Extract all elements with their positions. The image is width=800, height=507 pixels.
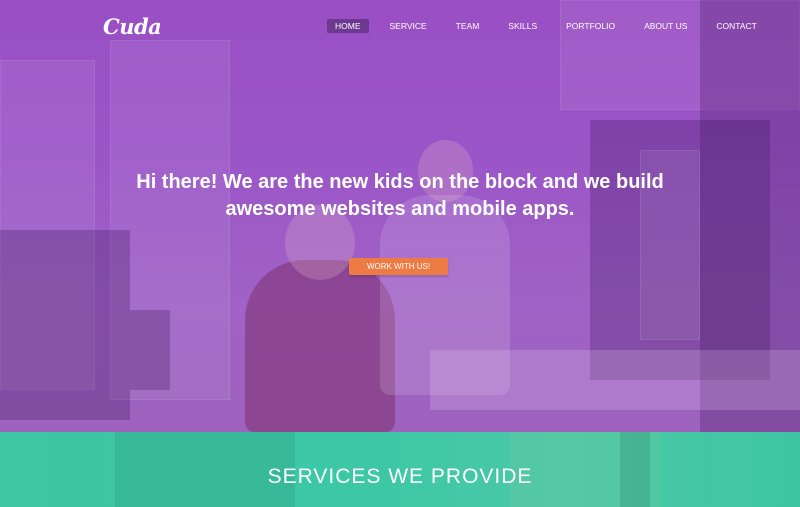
nav-item-contact[interactable]: CONTACT [708, 19, 764, 33]
nav-item-team[interactable]: TEAM [448, 19, 488, 33]
hero-headline-line1: Hi there! We are the new kids on the blo… [136, 171, 664, 193]
services-section: SERVICES WE PROVIDE [0, 432, 800, 507]
hero-section: Cuda HOME SERVICE TEAM SKILLS PORTFOLIO … [0, 0, 800, 432]
hero-headline: Hi there! We are the new kids on the blo… [0, 169, 800, 223]
hero-headline-line2: awesome websites and mobile apps. [225, 198, 575, 220]
services-title: SERVICES WE PROVIDE [267, 465, 533, 488]
bg-desk [430, 350, 800, 410]
nav-item-about-us[interactable]: ABOUT US [636, 19, 695, 33]
nav-item-portfolio[interactable]: PORTFOLIO [558, 19, 623, 33]
nav-item-service[interactable]: SERVICE [382, 19, 435, 33]
nav-item-home[interactable]: HOME [327, 19, 369, 33]
top-nav: Cuda HOME SERVICE TEAM SKILLS PORTFOLIO … [0, 0, 800, 52]
nav-menu: HOME SERVICE TEAM SKILLS PORTFOLIO ABOUT… [327, 19, 778, 33]
bg-shadow [130, 310, 170, 390]
bg-shadow [0, 230, 130, 420]
bg-person [245, 260, 395, 432]
nav-item-skills[interactable]: SKILLS [500, 19, 545, 33]
work-with-us-button[interactable]: WORK WITH US! [349, 258, 448, 275]
site-logo[interactable]: Cuda [103, 14, 162, 39]
